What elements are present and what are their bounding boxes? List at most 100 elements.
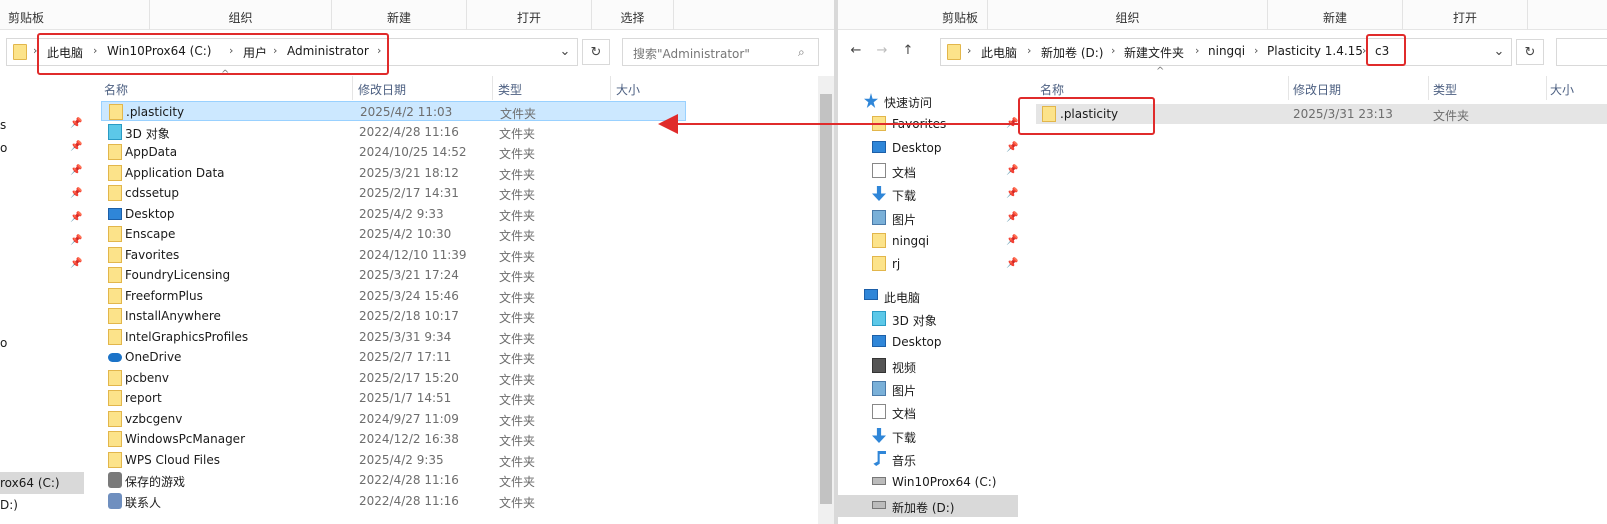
- nav-item[interactable]: 图片: [872, 378, 1018, 400]
- table-row[interactable]: cdssetup 2025/2/17 14:31 文件夹: [101, 183, 686, 203]
- nav-item-partial[interactable]: o: [0, 141, 7, 155]
- breadcrumb-ningqi[interactable]: ningqi: [1208, 44, 1245, 58]
- table-row[interactable]: OneDrive 2025/2/7 17:11 文件夹: [101, 347, 686, 367]
- nav-item[interactable]: 视频: [872, 355, 1018, 377]
- pin-icon[interactable]: 📌: [1006, 188, 1018, 199]
- scrollbar[interactable]: [818, 76, 834, 524]
- nav-item-partial[interactable]: o: [0, 336, 7, 350]
- table-row[interactable]: report 2025/1/7 14:51 文件夹: [101, 388, 686, 408]
- download-icon: [872, 428, 886, 443]
- table-row[interactable]: Favorites 2024/12/10 11:39 文件夹: [101, 245, 686, 265]
- chevron-down-icon[interactable]: ⌄: [1485, 39, 1513, 65]
- ribbon-group-open[interactable]: 打开: [467, 0, 592, 30]
- up-icon[interactable]: ↑: [894, 38, 922, 64]
- nav-item[interactable]: 快速访问: [864, 90, 1018, 112]
- table-row[interactable]: InstallAnywhere 2025/2/18 10:17 文件夹: [101, 306, 686, 326]
- pin-icon[interactable]: 📌: [70, 258, 82, 269]
- table-row[interactable]: Enscape 2025/4/2 10:30 文件夹: [101, 224, 686, 244]
- nav-item[interactable]: 文档: [872, 160, 1018, 182]
- file-type: 文件夹: [499, 434, 536, 448]
- ribbon-group-organize[interactable]: 组织: [150, 0, 332, 30]
- column-date[interactable]: 修改日期: [358, 81, 406, 98]
- ribbon-group-open[interactable]: 打开: [1403, 0, 1528, 30]
- pin-icon[interactable]: 📌: [1006, 258, 1018, 269]
- nav-item[interactable]: Desktop: [872, 137, 1018, 159]
- table-row[interactable]: IntelGraphicsProfiles 2025/3/31 9:34 文件夹: [101, 327, 686, 347]
- column-type[interactable]: 类型: [1433, 81, 1457, 98]
- ribbon-group-clipboard[interactable]: 剪贴板: [838, 0, 988, 30]
- column-date[interactable]: 修改日期: [1293, 81, 1341, 98]
- nav-item[interactable]: 3D 对象: [872, 308, 1018, 330]
- nav-item[interactable]: rj: [872, 253, 1018, 275]
- ribbon-group-new[interactable]: 新建: [332, 0, 467, 30]
- pin-icon[interactable]: 📌: [70, 235, 82, 246]
- column-type[interactable]: 类型: [498, 81, 522, 98]
- file-date: 2024/10/25 14:52: [359, 145, 467, 159]
- search-input[interactable]: 搜索"Administrator" ⌕: [622, 38, 819, 66]
- table-row[interactable]: vzbcgenv 2024/9/27 11:09 文件夹: [101, 409, 686, 429]
- refresh-icon[interactable]: ↻: [582, 39, 610, 65]
- ribbon-group-organize[interactable]: 组织: [988, 0, 1268, 30]
- nav-item[interactable]: 文档: [872, 401, 1018, 423]
- ribbon-group-clipboard[interactable]: 剪贴板: [0, 0, 150, 30]
- breadcrumb-drive-d[interactable]: 新加卷 (D:): [1041, 44, 1103, 61]
- file-date: 2025/4/2 9:33: [359, 206, 444, 221]
- pin-icon[interactable]: 📌: [1006, 235, 1018, 246]
- nav-item-drive-c[interactable]: rox64 (C:): [0, 476, 60, 490]
- table-row[interactable]: FreeformPlus 2025/3/24 15:46 文件夹: [101, 286, 686, 306]
- pin-icon[interactable]: 📌: [70, 212, 82, 223]
- pin-icon[interactable]: 📌: [70, 141, 82, 152]
- nav-item[interactable]: Favorites: [872, 113, 1018, 135]
- chevron-down-icon[interactable]: ⌄: [551, 39, 579, 65]
- search-input[interactable]: [1556, 38, 1607, 66]
- ribbon-group-select[interactable]: 选择: [592, 0, 674, 30]
- pin-icon[interactable]: 📌: [70, 188, 82, 199]
- nav-item[interactable]: ningqi: [872, 230, 1018, 252]
- table-row[interactable]: .plasticity 2025/4/2 11:03 文件夹: [101, 101, 686, 121]
- ribbon-group-new[interactable]: 新建: [1268, 0, 1403, 30]
- table-row[interactable]: AppData 2024/10/25 14:52 文件夹: [101, 142, 686, 162]
- table-row[interactable]: 保存的游戏 2022/4/28 11:16 文件夹: [101, 470, 686, 490]
- nav-item[interactable]: Desktop: [872, 331, 1018, 353]
- file-name: FreeformPlus: [125, 288, 203, 303]
- nav-item[interactable]: Win10Prox64 (C:): [872, 471, 1018, 493]
- column-name[interactable]: 名称: [1040, 81, 1064, 98]
- refresh-icon[interactable]: ↻: [1516, 39, 1544, 65]
- nav-item[interactable]: 图片: [872, 207, 1018, 229]
- chevron-right-icon: ›: [1254, 44, 1259, 57]
- nav-item-drive-d[interactable]: D:): [0, 498, 18, 512]
- table-row[interactable]: 联系人 2022/4/28 11:16 文件夹: [101, 491, 686, 511]
- address-bar[interactable]: › 此电脑 › 新加卷 (D:) › 新建文件夹 › ningqi › Plas…: [940, 38, 1512, 66]
- scrollbar-thumb[interactable]: [820, 94, 832, 504]
- table-row[interactable]: 3D 对象 2022/4/28 11:16 文件夹: [101, 122, 686, 142]
- breadcrumb-new-folder[interactable]: 新建文件夹: [1124, 44, 1184, 61]
- nav-item[interactable]: 此电脑: [864, 285, 1018, 307]
- table-row[interactable]: WindowsPcManager 2024/12/2 16:38 文件夹: [101, 429, 686, 449]
- table-row[interactable]: Desktop 2025/4/2 9:33 文件夹: [101, 204, 686, 224]
- pin-icon[interactable]: 📌: [1006, 165, 1018, 176]
- table-row[interactable]: Application Data 2025/3/21 18:12 文件夹: [101, 163, 686, 183]
- pin-icon[interactable]: 📌: [70, 118, 82, 129]
- nav-item[interactable]: 音乐: [872, 448, 1018, 470]
- forward-icon[interactable]: →: [868, 38, 896, 64]
- nav-item[interactable]: 新加卷 (D:): [838, 495, 1018, 517]
- divider: [352, 76, 353, 100]
- breadcrumb-this-pc[interactable]: 此电脑: [981, 44, 1017, 61]
- pin-icon[interactable]: 📌: [70, 165, 82, 176]
- nav-item-partial[interactable]: s: [0, 118, 6, 132]
- file-type: 文件夹: [1433, 109, 1470, 123]
- pin-icon[interactable]: 📌: [1006, 118, 1018, 129]
- nav-item[interactable]: 下载: [872, 425, 1018, 447]
- pin-icon[interactable]: 📌: [1006, 212, 1018, 223]
- column-size[interactable]: 大小: [616, 81, 640, 98]
- table-row[interactable]: pcbenv 2025/2/17 15:20 文件夹: [101, 368, 686, 388]
- column-name[interactable]: 名称: [104, 81, 128, 98]
- breadcrumb-plasticity[interactable]: Plasticity 1.4.15: [1267, 44, 1363, 58]
- back-icon[interactable]: ←: [842, 38, 870, 64]
- nav-item-label: 图片: [892, 213, 917, 227]
- table-row[interactable]: FoundryLicensing 2025/3/21 17:24 文件夹: [101, 265, 686, 285]
- nav-item[interactable]: 下载: [872, 183, 1018, 205]
- table-row[interactable]: WPS Cloud Files 2025/4/2 9:35 文件夹: [101, 450, 686, 470]
- column-size[interactable]: 大小: [1550, 81, 1574, 98]
- pin-icon[interactable]: 📌: [1006, 142, 1018, 153]
